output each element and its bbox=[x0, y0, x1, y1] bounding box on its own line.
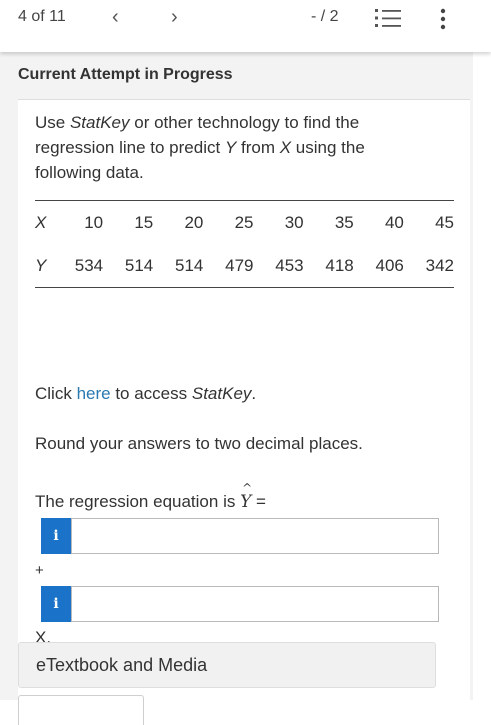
etextbook-media-button[interactable]: eTextbook and Media bbox=[18, 642, 436, 688]
rounding-instruction: Round your answers to two decimal places… bbox=[35, 434, 363, 453]
chevron-right-icon[interactable]: › bbox=[171, 6, 178, 29]
y-cell: 342 bbox=[425, 255, 454, 275]
y-cell: 514 bbox=[124, 255, 154, 275]
attempt-header: Current Attempt in Progress bbox=[18, 66, 233, 83]
numbered-list-icon[interactable] bbox=[375, 8, 403, 28]
top-nav-bar: 4 of 11 ‹ › - / 2 bbox=[0, 0, 491, 52]
intercept-answer-row: i bbox=[41, 518, 439, 554]
x-cell: 35 bbox=[334, 212, 354, 232]
info-icon[interactable]: i bbox=[41, 518, 71, 554]
x-cell: 20 bbox=[184, 212, 204, 232]
statkey-access-line: Click here to access StatKey. bbox=[35, 384, 257, 403]
question-position: 4 of 11 bbox=[18, 8, 66, 25]
y-cell: 514 bbox=[175, 255, 204, 275]
y-cell: 534 bbox=[74, 255, 104, 275]
question-text: Use StatKey or other technology to find … bbox=[35, 113, 365, 182]
question-content: Use StatKey or other technology to find … bbox=[18, 100, 470, 700]
kebab-menu-icon[interactable] bbox=[437, 8, 449, 30]
slope-answer-row: i bbox=[41, 586, 439, 622]
statkey-term: StatKey bbox=[69, 113, 130, 132]
x-cell: 15 bbox=[134, 212, 154, 232]
y-cell: 453 bbox=[275, 255, 304, 275]
info-icon[interactable]: i bbox=[41, 586, 71, 622]
intercept-input[interactable] bbox=[71, 518, 439, 554]
y-hat-symbol: ^ Y bbox=[240, 481, 253, 512]
y-cell: 406 bbox=[375, 255, 404, 275]
x-label: X bbox=[35, 212, 47, 232]
x-cell: 25 bbox=[234, 212, 254, 232]
x-cell: 45 bbox=[435, 212, 454, 232]
statkey-link[interactable]: here bbox=[77, 384, 111, 403]
y-cell: 418 bbox=[325, 255, 354, 275]
y-cell: 479 bbox=[225, 255, 254, 275]
x-cell: 30 bbox=[284, 212, 304, 232]
data-table: X 10 15 20 25 30 35 40 45 Y 534 514 514 … bbox=[35, 200, 454, 288]
y-label: Y bbox=[35, 255, 47, 275]
x-cell: 10 bbox=[84, 212, 104, 232]
plus-sign: + bbox=[35, 562, 44, 579]
slope-input[interactable] bbox=[71, 586, 439, 622]
table-row: X 10 15 20 25 30 35 40 45 bbox=[35, 201, 454, 245]
chevron-left-icon[interactable]: ‹ bbox=[112, 6, 119, 29]
x-cell: 40 bbox=[384, 212, 404, 232]
question-panel: Current Attempt in Progress Use StatKey … bbox=[0, 52, 473, 725]
score-display: - / 2 bbox=[311, 8, 339, 25]
table-row: Y 534 514 514 479 453 418 406 342 bbox=[35, 244, 454, 288]
regression-equation-label: The regression equation is ^ Y = bbox=[35, 481, 266, 512]
